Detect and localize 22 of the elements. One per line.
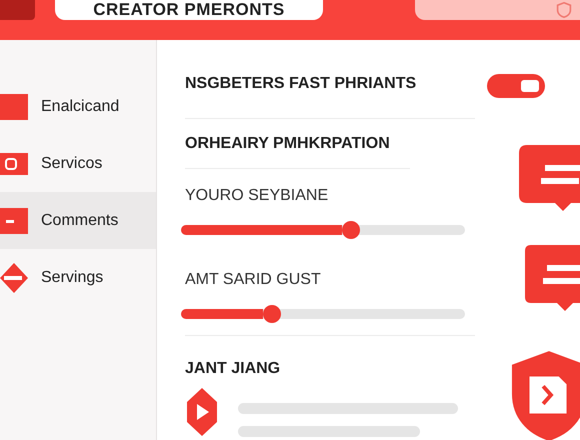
shield-icon (510, 350, 580, 440)
slider-label: YOURO SEYBIANE (185, 186, 330, 205)
sidebar-item[interactable]: Comments (0, 192, 156, 249)
square-icon (0, 92, 28, 122)
slider-fill[interactable] (181, 309, 263, 319)
sidebar-item[interactable]: Servings (0, 249, 156, 306)
header-field[interactable] (415, 0, 580, 20)
section-heading: ORHEAIRY PMHKRPATION (185, 134, 390, 152)
app-logo (0, 0, 35, 20)
setting-label: NSGBETERS FAST PHRIANTS (185, 75, 416, 93)
toggle-switch[interactable] (487, 74, 545, 98)
profile-name: JANT JIANG (185, 359, 282, 378)
app-title: CREATOR PMERONTS (55, 0, 323, 20)
shield-icon (556, 2, 572, 18)
sidebar-item[interactable]: Servicos (0, 135, 156, 192)
slider-thumb[interactable] (262, 305, 281, 323)
slider-label: AMT SARID GUST (185, 270, 322, 289)
sidebar-item[interactable]: Enalcicand (0, 78, 156, 135)
slider-thumb[interactable] (342, 221, 360, 239)
square-icon (0, 206, 28, 236)
play-icon[interactable] (185, 388, 219, 436)
slider-fill[interactable] (181, 225, 342, 235)
